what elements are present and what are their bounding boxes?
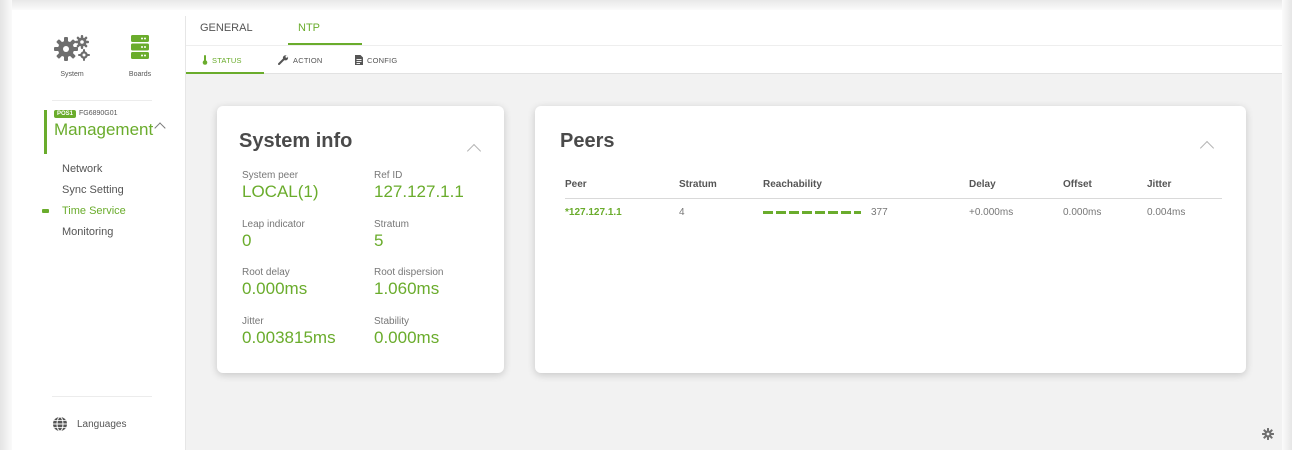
delay-cell: +0.000ms [969,206,1014,218]
column-header-reachability: Reachability [763,172,969,199]
stability-field: Stability 0.000ms [374,316,439,348]
column-header-stratum: Stratum [679,172,763,199]
leap-indicator-field: Leap indicator 0 [242,219,305,251]
tab-active-indicator [288,43,362,45]
field-value: LOCAL(1) [242,182,319,201]
management-active-bar [44,110,47,154]
tab-ntp[interactable]: NTP [298,22,320,34]
offset-cell: 0.000ms [1063,206,1102,218]
sub-tabs: STATUS ACTION CONFIG [186,46,1282,74]
field-value: 1.060ms [374,279,440,298]
subtab-config[interactable]: CONFIG [355,55,397,65]
sidebar-divider-bottom [52,396,152,397]
field-value: 127.127.1.1 [374,182,464,201]
boards-icon [131,35,149,59]
table-row: *127.127.1.1 4 377 +0.000ms 0.000ms 0.00… [565,198,1222,226]
main-area: GENERAL NTP STATUS ACTION CONFIG System … [186,10,1282,450]
management-title: Management [54,120,154,139]
management-device-header: POS1 FG6890G01 [54,110,118,118]
boards-tile-label: Boards [128,71,152,78]
subtab-status[interactable]: STATUS [202,55,242,65]
sidebar-item-monitoring[interactable]: Monitoring [62,225,182,246]
wrench-icon [278,55,289,65]
sidebar-item-sync-setting[interactable]: Sync Setting [62,183,182,204]
root-delay-field: Root delay 0.000ms [242,267,307,299]
system-peer-field: System peer LOCAL(1) [242,170,319,202]
jitter-field: Jitter 0.003815ms [242,316,336,348]
position-badge: POS1 [54,110,77,118]
peer-cell: *127.127.1.1 [565,206,622,218]
window-shadow-top [0,0,1292,10]
field-value: 0.000ms [242,279,308,298]
languages-label: Languages [77,418,127,430]
languages-button[interactable]: Languages [52,416,127,432]
system-info-card: System info System peer LOCAL(1) Ref ID … [217,106,504,373]
stratum-cell: 4 [679,206,685,218]
subtab-status-label: STATUS [212,55,242,65]
reachability-value: 377 [871,206,888,218]
sidebar-item-time-service[interactable]: Time Service [42,204,182,225]
sidebar-nav: Network Sync Setting Time Service Monito… [42,162,182,246]
field-label: Jitter [242,316,264,327]
stratum-field: Stratum 5 [374,219,409,251]
sidebar: System Boards POS1 FG6890G01 Management … [28,16,186,450]
system-tile[interactable]: System [42,32,102,78]
system-info-title: System info [239,130,353,152]
peers-table: Peer Stratum Reachability Delay Offset J… [565,172,1222,226]
field-label: Ref ID [374,170,403,181]
root-dispersion-field: Root dispersion 1.060ms [374,267,443,299]
column-header-delay: Delay [969,172,1063,199]
table-header-row: Peer Stratum Reachability Delay Offset J… [565,172,1222,199]
field-label: Root dispersion [374,267,444,278]
globe-icon [53,416,67,432]
peers-card: Peers Peer Stratum Reachability Delay Of… [535,106,1246,373]
chevron-up-icon[interactable] [154,122,166,134]
field-label: Root delay [242,267,290,278]
column-header-peer: Peer [565,172,679,199]
subtab-action-label: ACTION [293,55,323,65]
top-tabs: GENERAL NTP [186,10,1282,46]
field-value: 5 [374,231,384,250]
field-value: 0 [242,231,252,250]
ref-id-field: Ref ID 127.127.1.1 [374,170,464,202]
device-id: FG6890G01 [79,110,118,117]
field-label: Leap indicator [242,219,305,230]
collapse-chevron-icon[interactable] [466,143,482,159]
app-window: System Boards POS1 FG6890G01 Management … [0,0,1292,450]
window-shadow-right [1282,0,1292,450]
tab-general[interactable]: GENERAL [200,22,253,34]
boards-tile[interactable]: Boards [110,32,170,78]
jitter-cell: 0.004ms [1147,206,1186,218]
thermometer-icon [202,55,208,65]
column-header-offset: Offset [1063,172,1147,199]
system-tile-label: System [60,71,84,78]
field-label: System peer [242,170,299,181]
sidebar-item-network[interactable]: Network [62,162,182,183]
gears-icon [54,35,90,61]
content-area: System info System peer LOCAL(1) Ref ID … [186,74,1282,450]
reachability-cell: 377 [763,198,969,226]
reachability-bar [763,210,861,214]
subtab-action[interactable]: ACTION [278,55,323,65]
subtab-config-label: CONFIG [367,55,398,65]
settings-gear-icon[interactable] [1262,428,1274,440]
sidebar-top-tiles: System Boards [28,16,185,86]
field-label: Stratum [374,219,410,230]
collapse-chevron-icon[interactable] [1199,140,1215,156]
field-value: 0.000ms [374,328,440,347]
document-icon [355,55,363,65]
field-value: 0.003815ms [242,328,336,347]
column-header-jitter: Jitter [1147,172,1222,199]
peers-title: Peers [560,130,615,152]
window-shadow-left [0,0,12,450]
sidebar-divider [52,100,152,101]
field-label: Stability [374,316,410,327]
